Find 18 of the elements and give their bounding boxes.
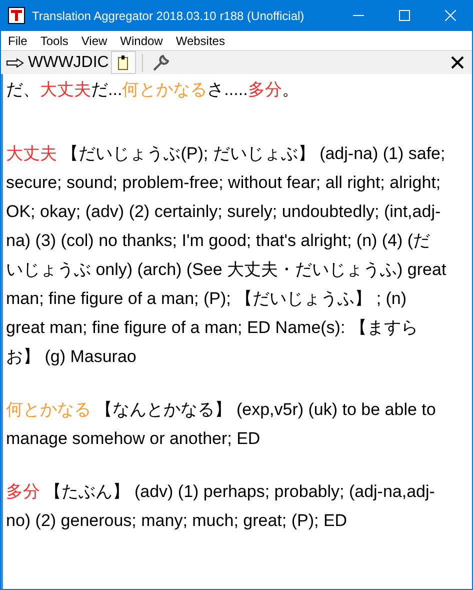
menu-item[interactable]: View [81,32,108,50]
menu-item[interactable]: Tools [40,32,68,50]
dictionary-entry: 大丈夫 【だいじょうぶ(P); だいじょぶ】 (adj-na) (1) safe; secure; sound; problem-free; without fear; all right; alright; OK; okay; (adv) (2) certainly; surely; undoubtedly; (int,adj-na) (3) (col) no thanks; I'm good; that's alright; (n) (4) (だいじょうぶ only) (arch) (See 大丈夫・だいじょうふ) great man; fine figure of a man; (P); 【だいじょうふ】 ; (n) great man; fine figure of a man; ED Name(s): 【ますらお】 (g) Masurao [6,143,448,368]
menu-item[interactable]: Window [120,32,163,50]
wrench-icon [152,54,170,72]
close-icon [444,10,456,21]
clipboard-button[interactable] [110,51,136,74]
source-sentence: だ、大丈夫だ...何とかなる さ.....多分。 [6,79,300,101]
close-icon [450,56,464,69]
arrow-icon [6,58,25,68]
dictionary-entry: 多分 【たぶん】 (adv) (1) perhaps; probably; (adj-na,adj-no) (2) generous; many; much; great; (P); ED [6,481,436,532]
window-title: Translation Aggregator 2018.03.10 r188 (Unofficial) [32,8,304,24]
maximize-icon [398,10,410,21]
clipboard-icon [118,55,128,70]
menu-item[interactable]: File [8,32,28,50]
menu-item[interactable]: Websites [176,32,225,50]
dictionary-entry: 何とかなる 【なんとかなる】 (exp,v5r) (uk) to be able to manage somehow or another; ED [6,399,437,450]
app-logo-icon [8,7,25,24]
